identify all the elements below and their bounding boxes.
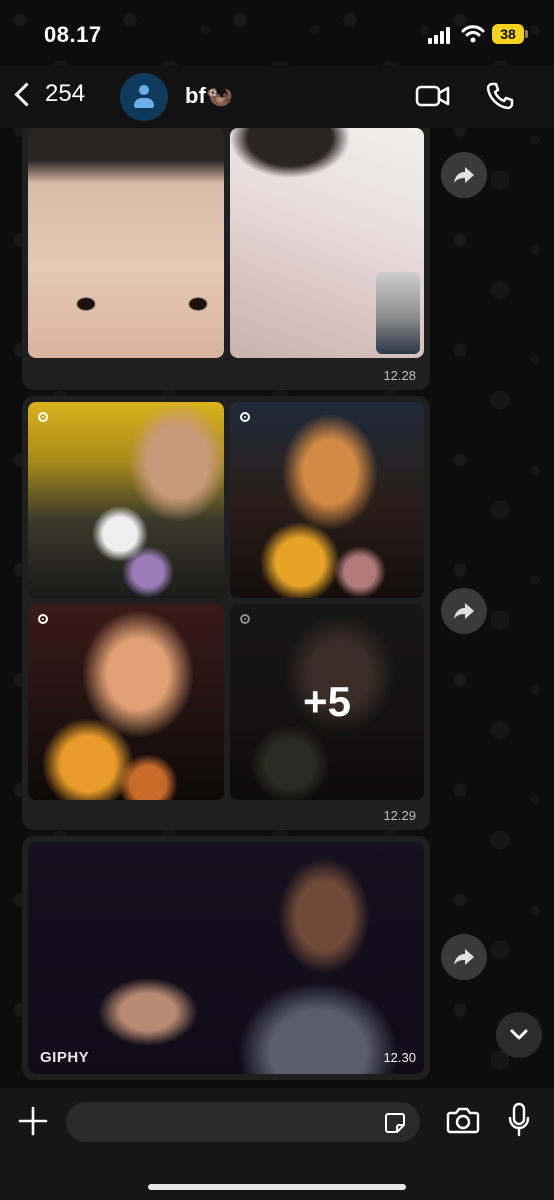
back-chevron-icon	[14, 81, 39, 107]
message-input[interactable]	[80, 1102, 374, 1144]
forward-icon	[454, 167, 474, 183]
forward-button[interactable]	[441, 588, 487, 634]
gif-video[interactable]: GIPHY	[28, 842, 424, 1074]
sticker-icon[interactable]	[384, 1112, 406, 1134]
flowers-selfie-2[interactable]	[230, 402, 424, 598]
message-input-bar	[0, 1088, 554, 1200]
live-photo-icon	[38, 614, 48, 624]
scroll-to-bottom-button[interactable]	[496, 1012, 542, 1058]
voice-call-icon[interactable]	[484, 80, 516, 112]
battery-icon: 38	[492, 24, 528, 44]
signal-icon	[428, 26, 454, 44]
pip-video-thumbnail	[376, 272, 420, 354]
avatar[interactable]	[120, 73, 168, 121]
message-field[interactable]	[66, 1102, 420, 1144]
message-time: 12.29	[383, 808, 416, 823]
status-bar: 08.17 38	[0, 0, 554, 66]
giphy-label: GIPHY	[40, 1049, 90, 1066]
forward-button[interactable]	[441, 934, 487, 980]
message-time: 12.28	[383, 368, 416, 383]
status-time: 08.17	[44, 22, 102, 47]
forward-icon	[454, 949, 474, 965]
photo-album-message[interactable]: 12.28	[22, 118, 430, 390]
chevron-down-icon	[510, 1029, 528, 1040]
gif-message[interactable]: GIPHY 12.30	[22, 836, 430, 1080]
live-photo-icon	[240, 412, 250, 422]
back-button[interactable]: 254	[10, 80, 85, 108]
photo-album-message[interactable]: +5 12.29	[22, 396, 430, 830]
avatar-person-icon	[139, 85, 149, 95]
forward-icon	[454, 603, 474, 619]
live-photo-icon	[38, 412, 48, 422]
unread-count: 254	[45, 80, 86, 107]
camera-icon[interactable]	[446, 1106, 480, 1134]
plus-icon[interactable]	[18, 1106, 48, 1136]
home-indicator	[148, 1184, 406, 1190]
chat-header: 254 bf🦦	[0, 66, 554, 128]
wifi-icon	[461, 25, 485, 43]
cat-video-call-photo[interactable]	[230, 128, 424, 358]
flowers-selfie-4[interactable]: +5	[230, 604, 424, 800]
mic-icon[interactable]	[508, 1102, 530, 1138]
flowers-selfie-1[interactable]	[28, 402, 224, 598]
video-call-icon[interactable]	[415, 82, 451, 110]
forward-button[interactable]	[441, 152, 487, 198]
contact-name[interactable]: bf🦦	[185, 83, 233, 109]
selfie-face-photo[interactable]	[28, 128, 224, 358]
more-photos-count[interactable]: +5	[230, 604, 424, 800]
flowers-selfie-3[interactable]	[28, 604, 224, 800]
message-time: 12.30	[383, 1050, 416, 1065]
